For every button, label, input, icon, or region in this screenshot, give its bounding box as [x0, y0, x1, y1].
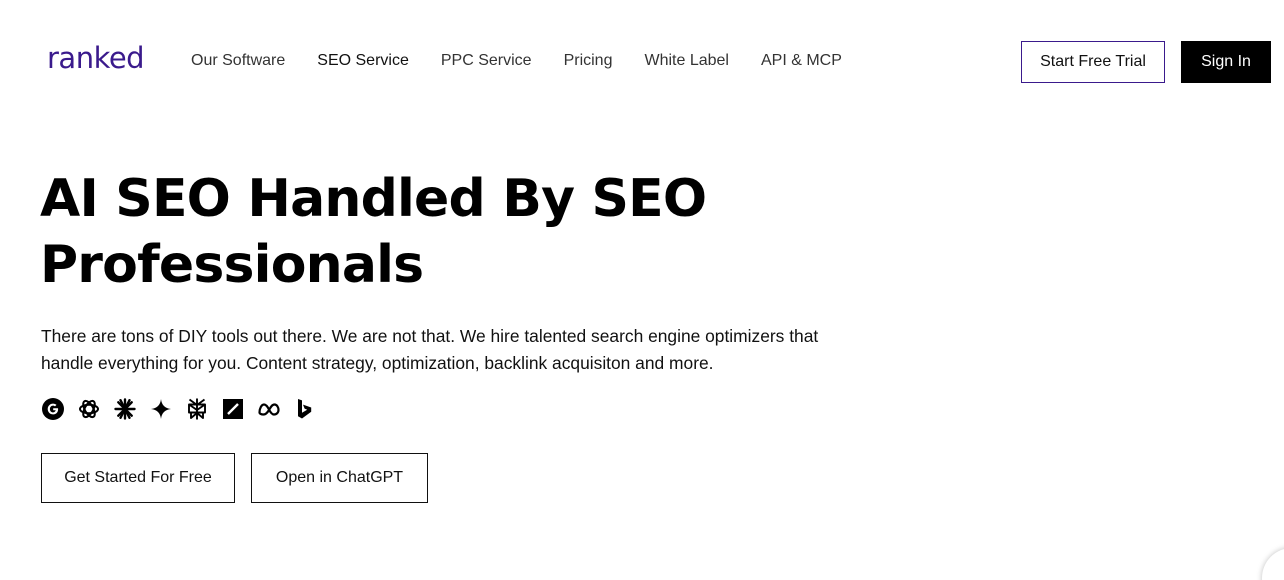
sign-in-label: Sign In	[1201, 53, 1251, 70]
hero-title: AI SEO Handled By SEO Professionals	[40, 166, 760, 298]
nav-ppc-service[interactable]: PPC Service	[441, 50, 532, 72]
get-started-button[interactable]: Get Started For Free	[41, 453, 235, 503]
hero-title-line2: Professionals	[40, 235, 424, 295]
bing-icon	[298, 399, 312, 419]
claude-icon	[114, 398, 136, 420]
sign-in-button[interactable]: Sign In	[1181, 41, 1271, 83]
get-started-label: Get Started For Free	[64, 469, 212, 486]
chat-widget-button[interactable]	[1262, 548, 1284, 580]
start-free-trial-label: Start Free Trial	[1040, 53, 1146, 70]
grok-icon	[223, 399, 243, 419]
perplexity-icon	[188, 398, 206, 420]
chatgpt-icon	[79, 399, 99, 419]
nav-white-label[interactable]: White Label	[644, 50, 729, 72]
main-nav: Our Software SEO Service PPC Service Pri…	[191, 50, 842, 72]
start-free-trial-button[interactable]: Start Free Trial	[1021, 41, 1165, 83]
meta-icon	[258, 403, 280, 416]
nav-pricing[interactable]: Pricing	[564, 50, 613, 72]
nav-our-software[interactable]: Our Software	[191, 50, 285, 72]
nav-api-mcp[interactable]: API & MCP	[761, 50, 842, 72]
gemini-icon	[151, 399, 171, 419]
google-icon	[42, 398, 64, 420]
hero-title-line1: AI SEO Handled By SEO	[40, 169, 707, 229]
ai-platform-icons	[41, 397, 317, 421]
nav-seo-service[interactable]: SEO Service	[317, 50, 409, 72]
page: ranked Our Software SEO Service PPC Serv…	[0, 0, 1284, 580]
hero-subtitle: There are tons of DIY tools out there. W…	[41, 326, 819, 373]
open-in-chatgpt-label: Open in ChatGPT	[275, 469, 404, 486]
open-in-chatgpt-button[interactable]: Open in ChatGPT	[251, 453, 428, 503]
logo[interactable]: ranked	[47, 40, 145, 76]
